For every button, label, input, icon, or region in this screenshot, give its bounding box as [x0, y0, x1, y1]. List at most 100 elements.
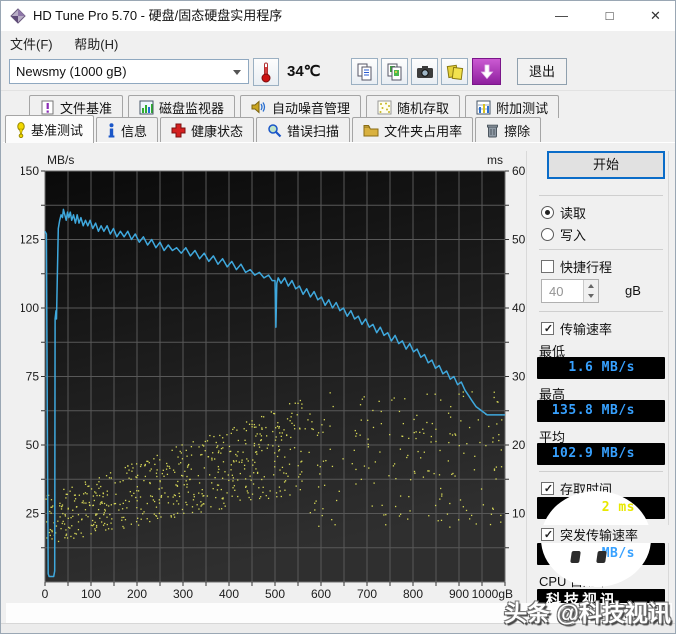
access-time-dot	[136, 506, 138, 509]
tab-disk-monitor[interactable]: 磁盘监视器	[128, 95, 236, 118]
burst-rate-checkbox[interactable]	[541, 527, 555, 541]
read-radio-row[interactable]: 读取	[541, 203, 586, 222]
tab-health[interactable]: 健康状态	[160, 117, 255, 143]
access-time-dot	[407, 454, 409, 457]
spinner-arrows[interactable]	[583, 280, 598, 302]
write-radio[interactable]	[541, 228, 554, 241]
short-stroke-row[interactable]: 快捷行程	[541, 257, 612, 276]
access-time-dot	[244, 439, 246, 441]
transfer-rate-checkbox[interactable]	[541, 322, 555, 335]
copy-text-icon	[357, 63, 371, 80]
tab-folder-usage[interactable]: 文件夹占用率	[352, 117, 474, 143]
access-time-dot	[439, 498, 441, 500]
read-radio[interactable]	[541, 206, 554, 219]
copy-file-button[interactable]	[441, 58, 468, 85]
temperature-button[interactable]	[253, 58, 279, 86]
access-time-dot	[164, 492, 166, 494]
access-time-dot	[489, 523, 492, 526]
start-button[interactable]: 开始	[547, 151, 665, 179]
short-stroke-spinner[interactable]: 40	[541, 279, 599, 303]
tab-info[interactable]: 信息	[96, 117, 159, 143]
access-time-dot	[416, 414, 418, 417]
close-button[interactable]: ✕	[633, 1, 675, 31]
access-time-dot	[500, 514, 502, 517]
divider	[539, 249, 663, 250]
maximize-button[interactable]: □	[587, 1, 632, 31]
copy-image-button[interactable]	[381, 58, 408, 85]
access-time-dot	[289, 494, 291, 496]
access-time-dot	[224, 505, 226, 507]
access-time-dot	[104, 510, 106, 512]
access-time-dot	[294, 428, 296, 430]
access-time-dot	[155, 514, 157, 517]
access-time-dot	[67, 526, 70, 529]
x-tick-label: 600	[311, 587, 331, 601]
access-time-dot	[177, 456, 179, 458]
access-time-dot	[493, 469, 496, 471]
access-time-dot	[136, 500, 138, 502]
access-time-dot	[406, 456, 408, 459]
access-time-dot	[402, 422, 405, 425]
access-time-dot	[245, 443, 247, 445]
access-time-dot	[251, 420, 253, 422]
access-time-dot	[293, 424, 295, 427]
write-radio-row[interactable]: 写入	[541, 225, 586, 244]
access-time-dot	[301, 471, 303, 473]
access-time-dot	[253, 426, 256, 428]
access-time-dot	[165, 468, 168, 470]
access-time-dot	[287, 475, 289, 477]
access-time-dot	[395, 477, 397, 480]
access-time-dot	[267, 444, 269, 446]
access-time-dot	[94, 491, 96, 493]
access-time-dot	[191, 506, 194, 508]
access-time-dot	[85, 514, 87, 516]
minimize-button[interactable]: —	[539, 1, 584, 31]
access-time-dot	[67, 507, 69, 509]
access-time-dot	[304, 428, 306, 430]
short-stroke-checkbox[interactable]	[541, 260, 554, 273]
access-time-dot	[334, 524, 336, 526]
access-time-dot	[137, 490, 140, 492]
access-time-dot	[261, 427, 263, 429]
access-time-dot	[65, 533, 68, 535]
access-time-dot	[253, 472, 255, 474]
extra-tests-icon	[476, 100, 491, 114]
access-time-dot	[270, 411, 273, 413]
tab-error-scan[interactable]: 错误扫描	[256, 117, 351, 143]
access-time-dot	[237, 479, 239, 481]
access-time-dot	[118, 509, 120, 511]
tab-random-access[interactable]: 随机存取	[366, 95, 461, 118]
access-time-checkbox[interactable]	[541, 482, 555, 495]
access-time-dot	[156, 469, 158, 471]
access-time-dot	[182, 475, 184, 477]
copy-text-button[interactable]	[351, 58, 378, 85]
drive-select-combobox[interactable]: Newsmy (1000 gB)	[9, 59, 249, 84]
access-time-dot	[273, 474, 275, 476]
access-time-dot	[212, 452, 214, 454]
burst-rate-row[interactable]: 突发传输速率	[537, 525, 669, 543]
access-time-dot	[215, 496, 217, 499]
transfer-rate-row[interactable]: 传输速率	[541, 319, 612, 338]
access-time-dot	[201, 444, 204, 446]
access-time-dot	[276, 455, 279, 458]
access-time-dot	[186, 504, 188, 506]
save-button[interactable]	[472, 58, 501, 85]
exit-button[interactable]: 退出	[517, 58, 567, 85]
access-time-dot	[471, 391, 473, 393]
access-time-dot	[430, 441, 432, 443]
screenshot-button[interactable]	[411, 58, 438, 85]
access-time-dot	[149, 495, 152, 497]
access-time-dot	[493, 468, 496, 470]
tab-aam[interactable]: 自动噪音管理	[240, 95, 362, 118]
tab-extra-tests[interactable]: 附加测试	[465, 95, 560, 118]
access-time-dot	[451, 434, 454, 436]
access-time-dot	[114, 482, 116, 484]
access-time-dot	[130, 523, 133, 525]
access-time-dot	[275, 436, 277, 438]
watermark-mark	[570, 551, 581, 563]
tab-benchmark[interactable]: 基准测试	[5, 115, 95, 143]
access-time-dot	[181, 458, 184, 460]
access-time-dot	[367, 443, 369, 445]
toolbar: Newsmy (1000 gB) 34℃ 退出	[1, 53, 675, 91]
tab-erase[interactable]: 擦除	[475, 117, 542, 143]
